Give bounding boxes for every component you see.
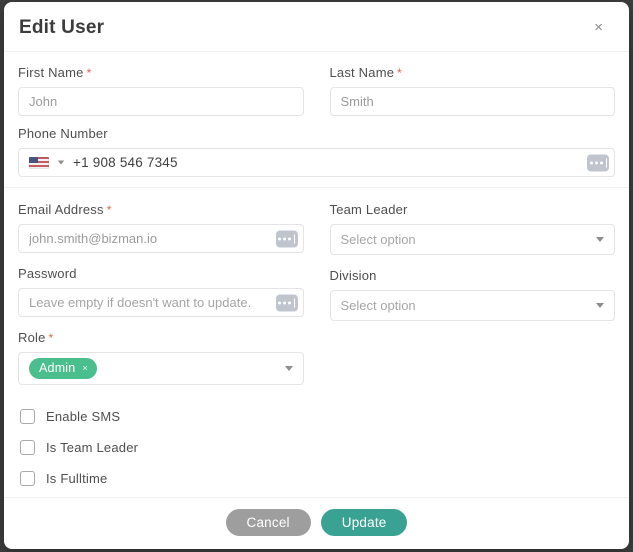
autofill-ellipsis-icon[interactable] [275,294,298,311]
chevron-down-icon [596,237,604,242]
country-dropdown-caret-icon[interactable] [57,160,65,165]
last-name-label: Last Name * [330,65,616,80]
division-select[interactable]: Select option [329,290,615,321]
is-fulltime-checkbox[interactable] [20,471,35,486]
modal-header: Edit User × [4,2,629,52]
phone-label: Phone Number [18,126,108,141]
required-asterisk: * [106,203,112,217]
update-button[interactable]: Update [320,509,408,536]
role-tag-admin: Admin × [29,358,97,379]
enable-sms-label: Enable SMS [46,409,121,424]
team-leader-select[interactable]: Select option [329,224,615,255]
is-fulltime-checkbox-row: Is Fulltime [20,471,615,486]
phone-input[interactable]: +1 908 546 7345 [18,148,615,177]
autofill-ellipsis-icon[interactable] [587,154,609,171]
first-name-label: First Name * [18,65,304,80]
page-title: Edit User [19,16,105,38]
role-label: Role * [18,330,304,345]
chevron-down-icon [284,366,293,371]
chevron-down-icon [596,303,604,308]
role-select[interactable]: Admin × [18,352,304,385]
division-placeholder: Select option [340,298,416,313]
close-icon[interactable]: × [586,16,611,39]
password-input[interactable] [18,288,304,317]
modal-body: First Name* Last Name* Phone Number +1 9… [4,52,629,497]
enable-sms-checkbox-row: Enable SMS [20,409,615,424]
first-name-input[interactable] [18,87,304,116]
autofill-ellipsis-icon[interactable] [275,230,298,247]
team-leader-label: Team Leader [329,202,408,217]
team-leader-placeholder: Select option [340,232,416,247]
required-asterisk: * [397,66,403,80]
password-label: Password [18,266,77,281]
phone-number-value[interactable]: +1 908 546 7345 [73,155,178,170]
password-field-group: Password [18,266,304,317]
remove-tag-icon[interactable]: × [82,363,87,373]
last-name-label-text: Last Name [329,65,395,80]
first-name-label-text: First Name [18,65,84,80]
required-asterisk: * [48,331,54,345]
is-team-leader-checkbox-row: Is Team Leader [20,440,615,455]
last-name-input[interactable] [329,87,615,116]
required-asterisk: * [86,66,92,80]
enable-sms-checkbox[interactable] [20,409,35,424]
division-label: Division [329,268,377,283]
role-field-group: Role * Admin × [18,330,304,385]
is-team-leader-checkbox[interactable] [20,440,35,455]
email-label-text: Email Address [18,202,104,217]
role-tag-label: Admin [39,361,76,375]
email-field-group: Email Address * [18,202,304,253]
email-field[interactable] [18,224,304,253]
team-leader-field-group: Team Leader Select option [329,202,615,255]
last-name-field-group: Last Name * [329,65,616,116]
is-fulltime-label: Is Fulltime [46,471,108,486]
edit-user-modal: Edit User × First Name* Last Name* Phone… [4,2,629,549]
cancel-button[interactable]: Cancel [225,509,311,536]
section-divider [4,187,629,188]
phone-field-group: Phone Number +1 908 546 7345 [18,126,615,177]
division-field-group: Division Select option [329,268,615,321]
is-team-leader-label: Is Team Leader [46,440,139,455]
email-label: Email Address * [18,202,304,217]
us-flag-icon[interactable] [29,156,49,169]
first-name-field-group: First Name * [18,65,304,116]
modal-footer: Cancel Update [4,497,629,549]
role-label-text: Role [18,330,46,345]
